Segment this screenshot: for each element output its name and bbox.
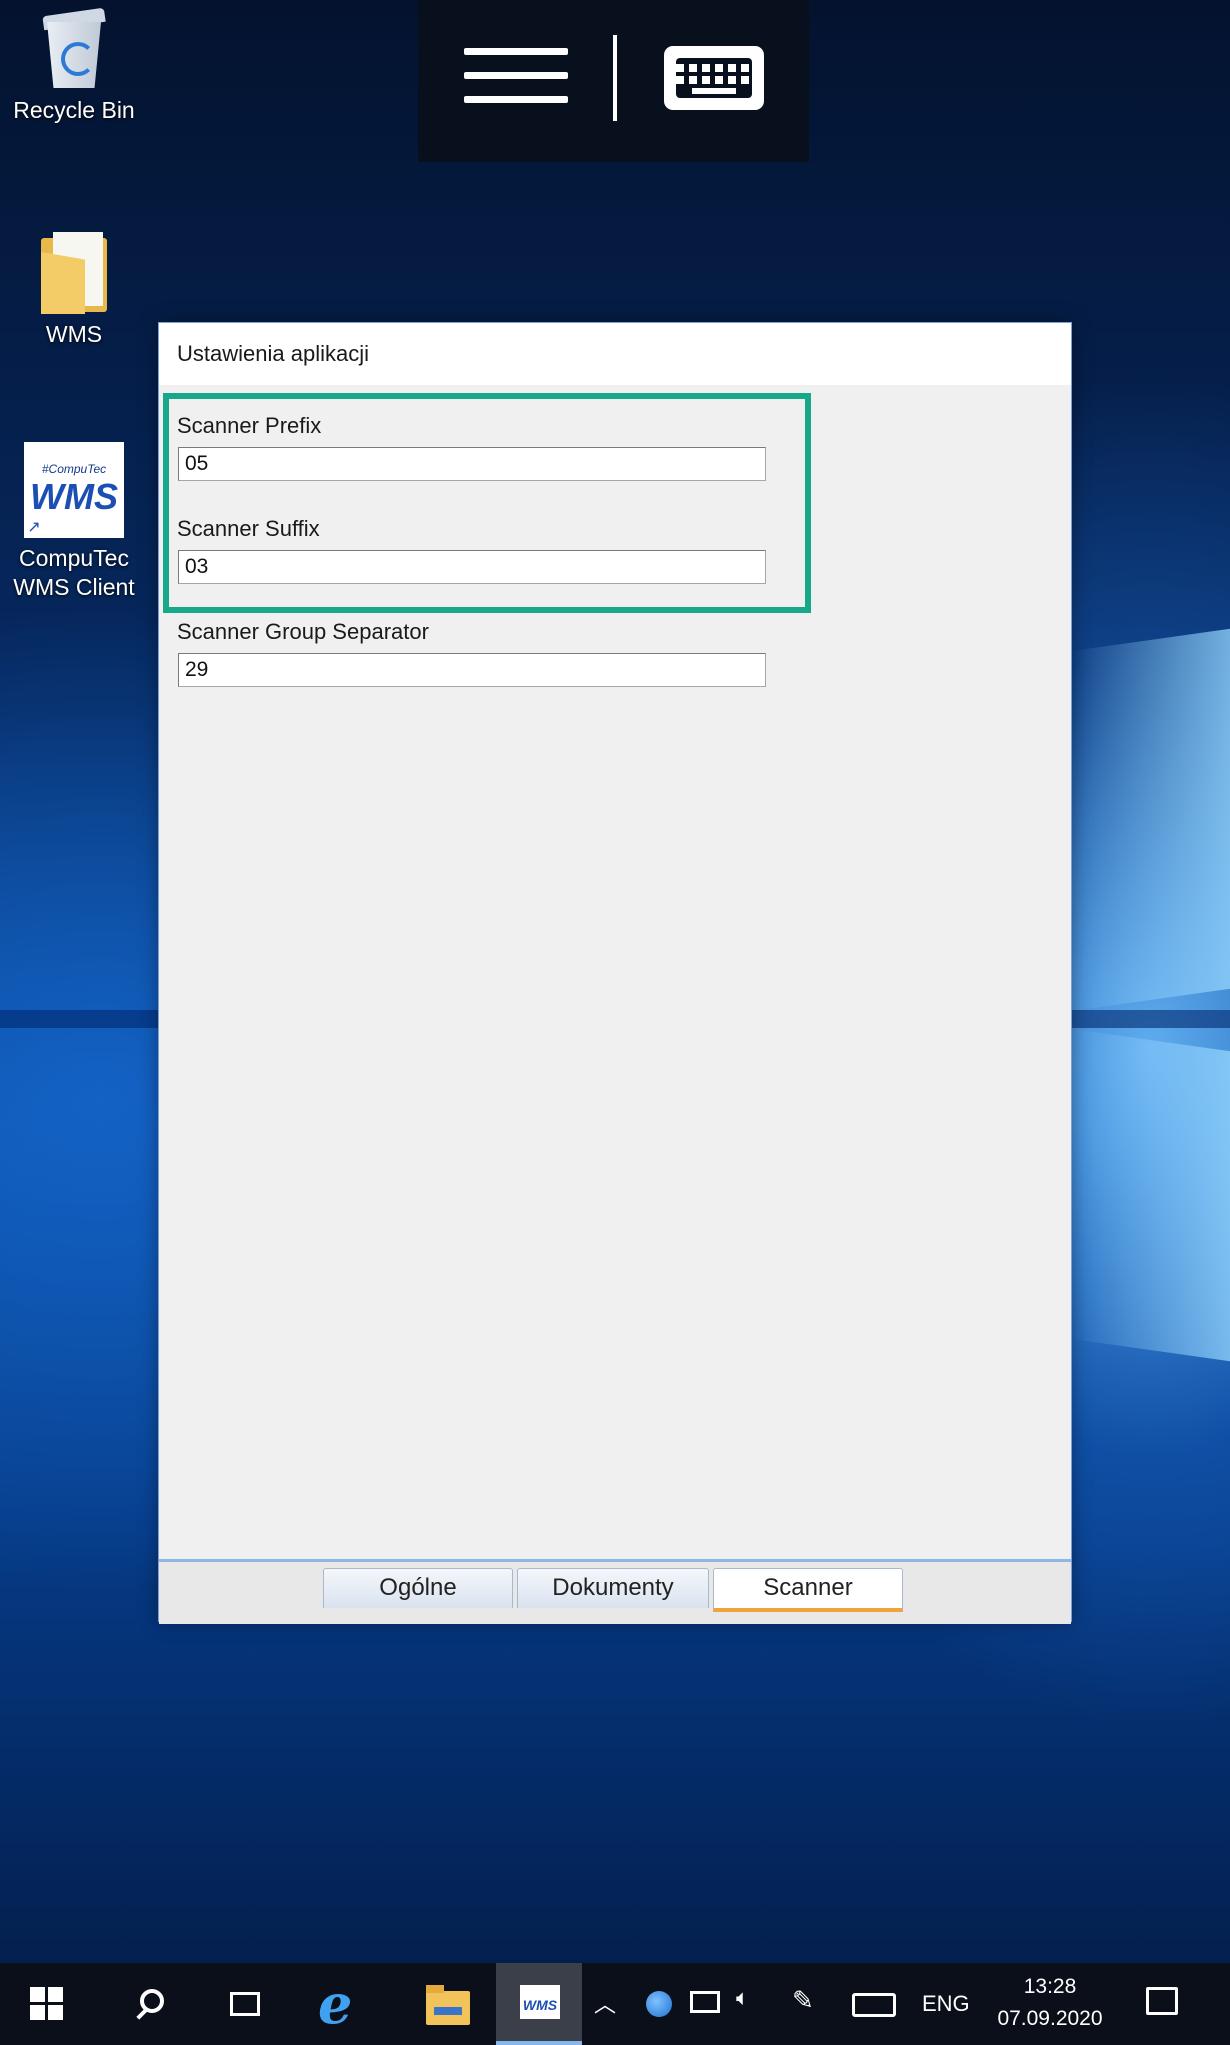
language-indicator[interactable]: ENG <box>922 1991 970 2017</box>
desktop-icon-wms-folder[interactable]: WMS <box>4 232 144 349</box>
shortcut-arrow-icon: ↗ <box>24 518 44 538</box>
clock-time: 13:28 <box>1023 1975 1077 1998</box>
wallpaper-beam-upper <box>1070 628 1230 1012</box>
desktop-icon-label-line2: WMS Client <box>13 574 135 600</box>
tab-dokumenty[interactable]: Dokumenty <box>517 1568 709 1608</box>
desktop-icon-computec-wms-client[interactable]: #CompuTec WMS ↗ CompuTec WMS Client <box>4 442 144 602</box>
network-globe-icon[interactable] <box>646 1991 672 2017</box>
tab-scanner[interactable]: Scanner <box>713 1568 903 1612</box>
desktop-icon-recycle-bin[interactable]: Recycle Bin <box>4 7 144 125</box>
keyboard-icon[interactable] <box>664 46 764 110</box>
touch-keyboard-icon[interactable] <box>852 1993 896 2017</box>
task-view-button[interactable] <box>214 1963 274 2045</box>
wms-app-icon: WMS <box>520 1985 560 2019</box>
task-view-icon <box>230 1992 260 2016</box>
desktop-icon-label: Recycle Bin <box>13 97 135 123</box>
scanner-group-separator-input[interactable] <box>178 653 766 687</box>
internet-explorer-button[interactable]: e <box>318 1963 378 2045</box>
volume-icon[interactable]: 🔈︎ <box>736 1985 749 2011</box>
dialog-title-bar: Ustawienia aplikacji <box>159 323 1071 385</box>
toolbar-separator <box>613 35 617 121</box>
settings-dialog: Ustawienia aplikacji Scanner Prefix Scan… <box>158 322 1072 1624</box>
search-button[interactable] <box>120 1963 180 2045</box>
tab-strip: Ogólne Dokumenty Scanner <box>159 1559 1071 1624</box>
recycle-bin-icon <box>39 7 109 90</box>
menu-icon[interactable] <box>464 48 568 104</box>
tab-ogolne[interactable]: Ogólne <box>323 1568 513 1608</box>
folder-icon <box>41 232 107 314</box>
notifications-icon[interactable] <box>1146 1987 1178 2015</box>
network-icon[interactable] <box>690 1991 720 2013</box>
dialog-title: Ustawienia aplikacji <box>177 341 369 366</box>
pen-icon[interactable]: ✎ <box>792 1985 814 2016</box>
scanner-prefix-label: Scanner Prefix <box>177 413 322 438</box>
top-toolbar <box>418 0 809 162</box>
internet-explorer-icon: e <box>318 1972 353 2036</box>
file-explorer-button[interactable] <box>418 1963 478 2045</box>
scanner-suffix-input[interactable] <box>178 550 766 584</box>
scanner-prefix-input[interactable] <box>178 447 766 481</box>
windows-icon <box>30 1987 64 2021</box>
wallpaper-beam-lower <box>1070 1028 1230 1362</box>
file-explorer-icon <box>426 1985 470 2025</box>
desktop-icon-label-line1: CompuTec <box>19 545 129 571</box>
show-hidden-icons-chevron-icon[interactable]: ︿ <box>594 1987 616 2019</box>
search-icon <box>140 1989 164 2013</box>
wms-taskbar-button[interactable]: WMS <box>496 1963 582 2045</box>
scanner-group-separator-label: Scanner Group Separator <box>177 619 429 644</box>
clock[interactable]: 13:28 07.09.2020 <box>990 1971 1110 2035</box>
clock-date: 07.09.2020 <box>997 2007 1103 2030</box>
start-button[interactable] <box>0 1963 96 2045</box>
scanner-suffix-label: Scanner Suffix <box>177 516 320 541</box>
desktop-icon-label: WMS <box>45 321 103 347</box>
taskbar: e WMS ︿ 🔈︎ ✎ ENG 13:28 07.09.2020 <box>0 1963 1230 2045</box>
wms-app-icon: #CompuTec WMS ↗ <box>24 442 124 538</box>
